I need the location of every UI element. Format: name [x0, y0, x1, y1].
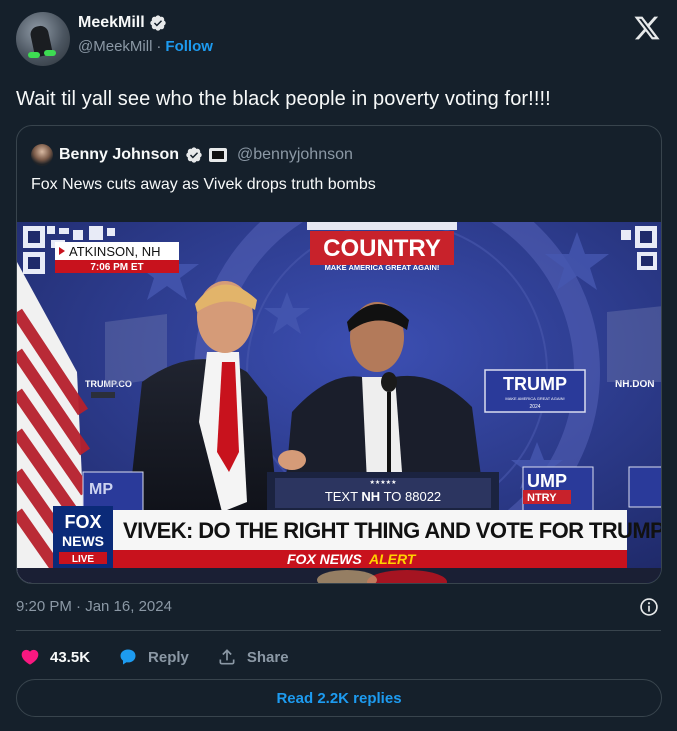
side-sign-left: MP [89, 481, 113, 498]
heart-icon [21, 649, 39, 665]
action-bar: 43.5K Reply Share [20, 645, 317, 669]
like-count: 43.5K [50, 648, 91, 666]
sign-trump: TRUMP [503, 374, 567, 394]
author-name-row[interactable]: MeekMill [78, 14, 213, 32]
location-text: ATKINSON, NH [69, 244, 161, 259]
follow-button[interactable]: Follow [165, 38, 213, 55]
alert-word: ALERT [368, 551, 417, 567]
author-handle-row: @MeekMill · Follow [78, 38, 213, 55]
podium-text: TEXT NH TO 88022 [325, 489, 441, 504]
reply-button[interactable]: Reply [118, 647, 189, 667]
chyron-text: VIVEK: DO THE RIGHT THING AND VOTE FOR T… [123, 518, 662, 543]
info-icon[interactable] [639, 597, 659, 617]
author-handle[interactable]: @MeekMill [78, 38, 152, 55]
reply-label: Reply [148, 648, 189, 666]
alert-brand: FOX NEWS [287, 551, 362, 567]
handle-separator: · [156, 38, 162, 55]
quoted-avatar[interactable] [31, 144, 53, 166]
read-replies-button[interactable]: Read 2.2K replies [16, 679, 662, 717]
fox-logo-2: NEWS [62, 533, 104, 549]
podium-text-prefix: TEXT [325, 489, 362, 504]
author-block: MeekMill @MeekMill · Follow [78, 14, 213, 55]
time-text: 7:06 PM ET [90, 262, 143, 273]
video-frame: COUNTRY MAKE AMERICA GREAT AGAIN! TRUMP … [17, 222, 662, 583]
tweet-text: Wait til yall see who the black people i… [16, 88, 551, 110]
banner-sub: MAKE AMERICA GREAT AGAIN! [325, 263, 440, 272]
author-avatar[interactable] [16, 12, 70, 66]
location-box: ATKINSON, NH 7:06 PM ET [55, 242, 179, 273]
banner-country: COUNTRY [323, 235, 441, 262]
verified-badge-icon [150, 15, 166, 31]
like-button[interactable]: 43.5K [20, 647, 90, 667]
avatar-shoe [28, 52, 40, 58]
podium-text-bold: NH [361, 489, 380, 504]
x-logo-icon[interactable] [633, 14, 661, 42]
quoted-tweet[interactable]: Benny Johnson @bennyjohnson Fox News cut… [16, 125, 662, 584]
sign-trump-sub: MAKE AMERICA GREAT AGAIN! [505, 396, 564, 401]
podium-text-suffix: TO 88022 [380, 489, 441, 504]
fox-live: LIVE [72, 554, 95, 565]
avatar-shoe [44, 50, 56, 56]
share-label: Share [246, 648, 289, 666]
tweet-timestamp[interactable]: 9:20 PM · Jan 16, 2024 [16, 598, 172, 615]
quoted-display-name[interactable]: Benny Johnson [59, 146, 179, 164]
quoted-header: Benny Johnson @bennyjohnson [31, 144, 353, 166]
quoted-handle[interactable]: @bennyjohnson [237, 146, 353, 164]
reply-bubble-icon [120, 649, 136, 665]
quoted-text: Fox News cuts away as Vivek drops truth … [31, 176, 376, 193]
side-sign-right-1: UMP [527, 471, 567, 491]
author-display-name[interactable]: MeekMill [78, 14, 145, 32]
side-sign-right-2: NTRY [527, 492, 557, 504]
divider [16, 630, 661, 631]
share-icon [219, 649, 235, 665]
share-button[interactable]: Share [217, 647, 289, 667]
sign-trump-year: 2024 [529, 404, 540, 410]
podium-stars: ★★★★★ [370, 479, 397, 486]
quoted-video[interactable]: COUNTRY MAKE AMERICA GREAT AGAIN! TRUMP … [17, 222, 662, 583]
fox-logo-1: FOX [64, 512, 101, 532]
verified-badge-icon [186, 147, 202, 163]
tweet-header: MeekMill @MeekMill · Follow [16, 12, 661, 68]
affiliation-badge-icon [209, 148, 228, 162]
